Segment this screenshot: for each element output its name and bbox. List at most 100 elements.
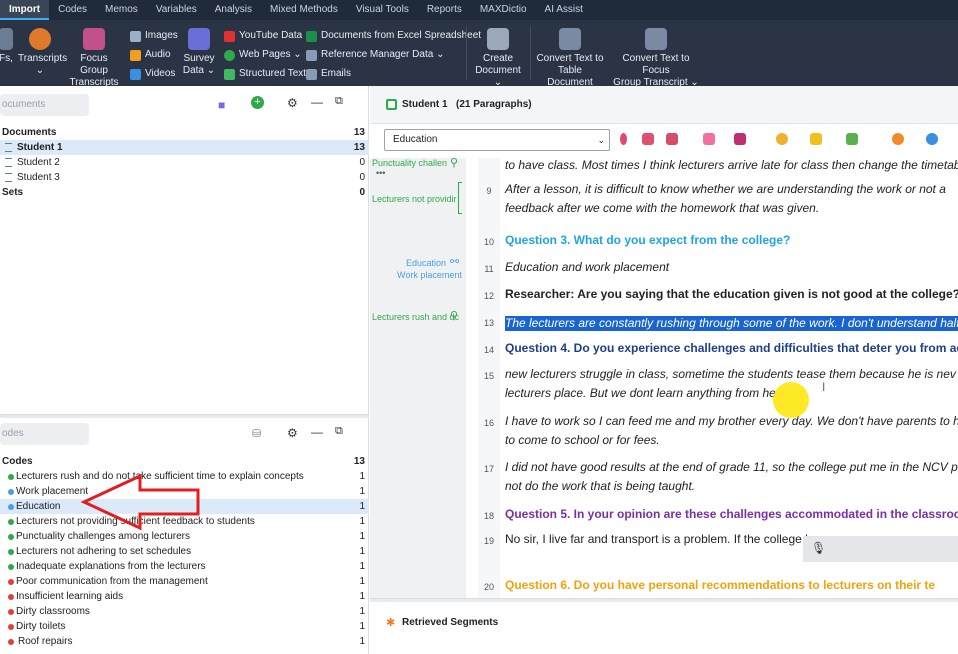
convert-to-focus-group-button[interactable]: Convert Text to Focus Group Transcript ⌄: [610, 28, 702, 89]
emoticode-icon[interactable]: [703, 133, 715, 145]
maximize-icon[interactable]: ⧉: [335, 425, 343, 438]
text-cursor-icon: Ι: [822, 380, 826, 394]
web-pages-button[interactable]: Web Pages ⌄: [224, 46, 302, 64]
code-row[interactable]: Roof repairs 1: [0, 634, 369, 649]
survey-data-button[interactable]: Survey Data ⌄: [182, 28, 216, 77]
link-icon[interactable]: [846, 133, 858, 145]
code-color-dot: [8, 519, 14, 525]
tree-row-student-2[interactable]: Student 2 0: [0, 155, 369, 170]
comment-icon[interactable]: [892, 133, 904, 145]
highlighter-icon[interactable]: [734, 133, 746, 145]
paragraph-text[interactable]: The lecturers are constantly rushing thr…: [505, 316, 958, 331]
tab-memos[interactable]: Memos: [96, 0, 147, 20]
import-pdfs-button[interactable]: Fs,: [0, 28, 14, 65]
code-count: 1: [359, 606, 365, 617]
memo-icon[interactable]: [810, 133, 822, 145]
tree-row-student-1[interactable]: Student 1 13: [0, 140, 369, 155]
tab-mixed-methods[interactable]: Mixed Methods: [261, 0, 347, 20]
excel-documents-button[interactable]: Documents from Excel Spreadsheet: [306, 27, 481, 45]
transcripts-button[interactable]: Transcripts ⌄: [18, 28, 67, 77]
paragraph-text[interactable]: Question 4. Do you experience challenges…: [505, 339, 958, 358]
pin-code-icon[interactable]: [620, 133, 627, 145]
focus-convert-icon: [645, 28, 667, 50]
code-row[interactable]: Lecturers not adhering to set schedules 1: [0, 544, 369, 559]
tree-row-documents[interactable]: Documents 13: [0, 125, 369, 140]
chevron-down-icon: ⌄: [290, 49, 302, 60]
margin-code-education[interactable]: Education: [406, 258, 446, 268]
youtube-data-button[interactable]: YouTube Data: [224, 27, 302, 45]
code-row[interactable]: Poor communication from the management 1: [0, 574, 369, 589]
retrieved-segments-title: Retrieved Segments: [402, 617, 499, 628]
paragraph-text[interactable]: I did not have good results at the end o…: [505, 458, 958, 477]
margin-code-feedback[interactable]: Lecturers not providir: [372, 194, 457, 204]
paragraph-text[interactable]: Question 6. Do you have personal recomme…: [505, 576, 958, 595]
edit-icon[interactable]: [386, 99, 397, 110]
tab-codes[interactable]: Codes: [49, 0, 96, 20]
code-row[interactable]: Insufficient learning aids 1: [0, 589, 369, 604]
convert-to-table-button[interactable]: Convert Text to Table Document: [536, 28, 604, 89]
margin-code-lecturers-rush[interactable]: Lecturers rush and dc: [372, 312, 459, 322]
document-browser: Student 1 (21 Paragraphs) Education ⌄ Pu…: [370, 86, 958, 654]
paragraph-text[interactable]: to come to school or for fees.: [505, 431, 958, 450]
create-document-button[interactable]: Create Document ⌄: [472, 28, 524, 89]
tree-row-codes[interactable]: Codes 13: [0, 454, 369, 469]
paragraph-text[interactable]: lecturers place. But we dont learn anyth…: [505, 384, 958, 403]
import-images-button[interactable]: Images: [130, 27, 178, 45]
panel-splitter[interactable]: [0, 414, 369, 418]
emails-button[interactable]: Emails: [306, 65, 351, 83]
minimize-icon[interactable]: —: [311, 425, 323, 439]
code-color-dot: [8, 564, 14, 570]
tab-analysis[interactable]: Analysis: [206, 0, 261, 20]
tab-visual-tools[interactable]: Visual Tools: [347, 0, 418, 20]
code-with-icon[interactable]: [642, 133, 654, 145]
document-text-area[interactable]: Punctuality challen ⚲ ••• Lecturers not …: [370, 158, 958, 598]
tab-import[interactable]: Import: [0, 0, 50, 20]
new-document-icon[interactable]: ■: [218, 98, 225, 112]
tree-row-student-3[interactable]: Student 3 0: [0, 170, 369, 185]
code-in-vivo-icon[interactable]: [666, 133, 678, 145]
structured-text-button[interactable]: Structured Text: [224, 65, 306, 83]
paragraph-text[interactable]: to have class. Most times I think lectur…: [505, 158, 958, 175]
reference-manager-button[interactable]: Reference Manager Data ⌄: [306, 46, 444, 64]
paragraph-text[interactable]: Education and work placement: [505, 258, 958, 277]
import-videos-button[interactable]: Videos: [130, 65, 175, 83]
code-color-dot: [8, 594, 14, 600]
code-row[interactable]: Inadequate explanations from the lecture…: [0, 559, 369, 574]
globe-icon: [224, 49, 235, 61]
code-label: Work placement: [16, 486, 89, 497]
coding-margin: [370, 158, 466, 598]
code-settings-icon[interactable]: ⛁: [252, 427, 261, 440]
minimize-icon[interactable]: —: [311, 95, 323, 109]
tab-maxdictio[interactable]: MAXDictio: [471, 0, 536, 20]
tab-variables[interactable]: Variables: [147, 0, 206, 20]
gear-icon[interactable]: ⚙: [287, 96, 298, 110]
tab-reports[interactable]: Reports: [418, 0, 471, 20]
paragraph-text[interactable]: new lecturers struggle in class, sometim…: [505, 365, 958, 384]
more-icon[interactable]: •••: [376, 168, 385, 178]
code-row[interactable]: Dirty toilets 1: [0, 619, 369, 634]
paragraph-text[interactable]: not do the work that is being taught.: [505, 477, 958, 496]
margin-code-punctuality[interactable]: Punctuality challen: [372, 158, 447, 168]
paragraph-text[interactable]: I have to work so I can feed me and my b…: [505, 412, 958, 431]
documents-search-input[interactable]: ocuments: [0, 94, 89, 116]
code-color-dot: [8, 624, 14, 630]
code-select[interactable]: Education ⌄: [384, 129, 610, 151]
paragraph-text[interactable]: Question 3. What do you expect from the …: [505, 231, 958, 250]
floating-toolbar: 🎙: [803, 536, 958, 562]
tab-ai-assist[interactable]: AI Assist: [536, 0, 592, 20]
codes-search-input[interactable]: odes: [0, 423, 89, 445]
paragraph-text[interactable]: Researcher: Are you saying that the educ…: [505, 285, 958, 304]
add-icon[interactable]: +: [251, 96, 264, 109]
add-circle-icon[interactable]: [926, 133, 938, 145]
margin-code-work-placement[interactable]: Work placement: [397, 270, 462, 280]
paragraph-text[interactable]: Question 5. In your opinion are these ch…: [505, 505, 958, 524]
tree-row-sets[interactable]: Sets 0: [0, 185, 369, 200]
paragraph-text[interactable]: After a lesson, it is difficult to know …: [505, 180, 958, 199]
smiley-icon[interactable]: [776, 133, 788, 145]
maximize-icon[interactable]: ⧉: [335, 95, 343, 108]
code-row[interactable]: Dirty classrooms 1: [0, 604, 369, 619]
import-audio-button[interactable]: Audio: [130, 46, 171, 64]
gear-icon[interactable]: ⚙: [287, 426, 298, 440]
microphone-icon[interactable]: 🎙: [811, 541, 826, 555]
paragraph-text[interactable]: feedback after we come with the homework…: [505, 199, 958, 218]
